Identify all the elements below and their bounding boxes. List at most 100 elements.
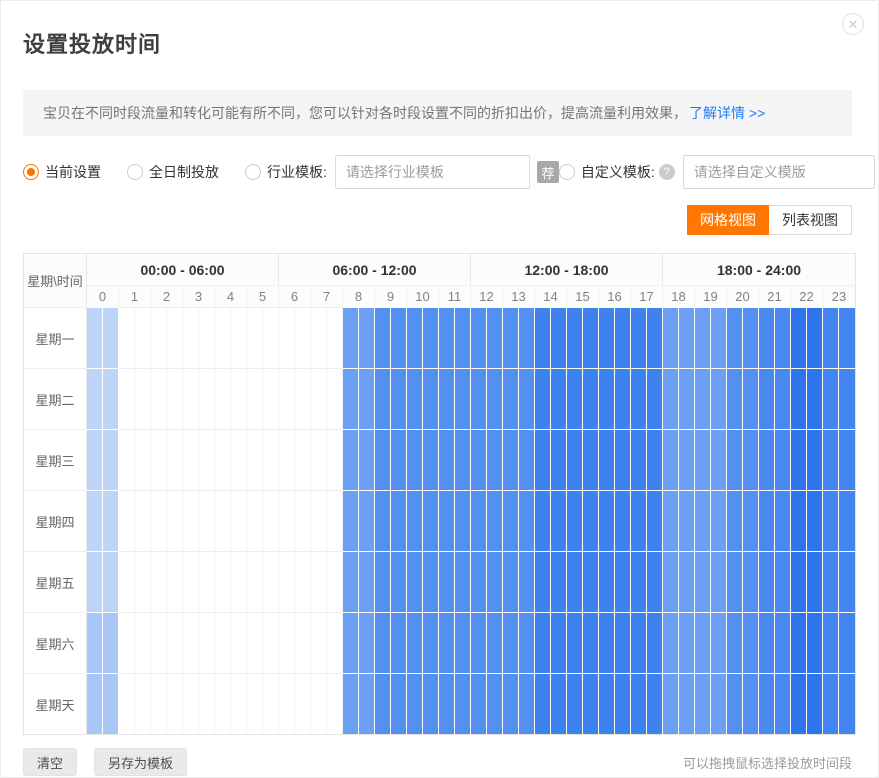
schedule-cell[interactable] [455, 612, 471, 673]
schedule-cell[interactable] [839, 490, 855, 551]
schedule-cell[interactable] [631, 673, 647, 734]
schedule-cell[interactable] [103, 673, 119, 734]
schedule-cell[interactable] [791, 490, 807, 551]
schedule-cell[interactable] [823, 612, 839, 673]
save-as-template-button[interactable]: 另存为模板 [94, 748, 187, 776]
schedule-cell[interactable] [167, 429, 183, 490]
schedule-cell[interactable] [279, 490, 295, 551]
schedule-cell[interactable] [759, 307, 775, 368]
schedule-cell[interactable] [183, 307, 199, 368]
learn-more-link[interactable]: 了解详情 >> [689, 103, 765, 123]
schedule-cell[interactable] [151, 307, 167, 368]
schedule-cell[interactable] [247, 551, 263, 612]
schedule-cell[interactable] [199, 368, 215, 429]
schedule-cell[interactable] [263, 307, 279, 368]
schedule-cell[interactable] [487, 490, 503, 551]
schedule-cell[interactable] [551, 673, 567, 734]
schedule-cell[interactable] [679, 673, 695, 734]
schedule-cell[interactable] [327, 307, 343, 368]
schedule-cell[interactable] [823, 307, 839, 368]
schedule-cell[interactable] [727, 551, 743, 612]
schedule-cell[interactable] [519, 429, 535, 490]
schedule-cell[interactable] [103, 612, 119, 673]
schedule-cell[interactable] [151, 368, 167, 429]
schedule-cell[interactable] [87, 673, 103, 734]
schedule-cell[interactable] [295, 612, 311, 673]
schedule-cell[interactable] [551, 612, 567, 673]
schedule-cell[interactable] [679, 429, 695, 490]
close-icon[interactable]: ✕ [842, 13, 864, 35]
schedule-cell[interactable] [647, 673, 663, 734]
schedule-cell[interactable] [231, 490, 247, 551]
schedule-cell[interactable] [503, 368, 519, 429]
schedule-cell[interactable] [551, 490, 567, 551]
schedule-cell[interactable] [215, 368, 231, 429]
schedule-cell[interactable] [535, 551, 551, 612]
schedule-cell[interactable] [311, 551, 327, 612]
schedule-cell[interactable] [839, 612, 855, 673]
schedule-cell[interactable] [407, 490, 423, 551]
schedule-cell[interactable] [359, 307, 375, 368]
schedule-cell[interactable] [727, 429, 743, 490]
schedule-cell[interactable] [727, 368, 743, 429]
schedule-cell[interactable] [231, 429, 247, 490]
schedule-cell[interactable] [583, 490, 599, 551]
schedule-cell[interactable] [215, 551, 231, 612]
schedule-cell[interactable] [295, 673, 311, 734]
schedule-cell[interactable] [391, 307, 407, 368]
schedule-cell[interactable] [663, 551, 679, 612]
schedule-cell[interactable] [695, 612, 711, 673]
schedule-cell[interactable] [119, 368, 135, 429]
schedule-cell[interactable] [663, 307, 679, 368]
schedule-cell[interactable] [727, 307, 743, 368]
schedule-cell[interactable] [551, 429, 567, 490]
schedule-cell[interactable] [231, 673, 247, 734]
schedule-cell[interactable] [183, 490, 199, 551]
schedule-cell[interactable] [119, 551, 135, 612]
schedule-cell[interactable] [599, 673, 615, 734]
schedule-cell[interactable] [551, 307, 567, 368]
schedule-cell[interactable] [247, 307, 263, 368]
schedule-cell[interactable] [679, 368, 695, 429]
schedule-cell[interactable] [503, 490, 519, 551]
schedule-cell[interactable] [535, 307, 551, 368]
schedule-cell[interactable] [263, 490, 279, 551]
schedule-cell[interactable] [791, 429, 807, 490]
schedule-cell[interactable] [375, 368, 391, 429]
schedule-cell[interactable] [775, 429, 791, 490]
schedule-cell[interactable] [103, 429, 119, 490]
schedule-cell[interactable] [311, 673, 327, 734]
schedule-cell[interactable] [311, 490, 327, 551]
schedule-cell[interactable] [167, 490, 183, 551]
schedule-cell[interactable] [567, 368, 583, 429]
schedule-cell[interactable] [455, 673, 471, 734]
schedule-cell[interactable] [471, 673, 487, 734]
schedule-cell[interactable] [503, 551, 519, 612]
schedule-cell[interactable] [295, 307, 311, 368]
schedule-cell[interactable] [455, 368, 471, 429]
schedule-cell[interactable] [535, 612, 551, 673]
schedule-cell[interactable] [807, 307, 823, 368]
schedule-cell[interactable] [695, 673, 711, 734]
schedule-cell[interactable] [743, 429, 759, 490]
schedule-cell[interactable] [503, 673, 519, 734]
schedule-cell[interactable] [647, 551, 663, 612]
schedule-cell[interactable] [663, 429, 679, 490]
schedule-cell[interactable] [663, 673, 679, 734]
schedule-cell[interactable] [87, 551, 103, 612]
schedule-cell[interactable] [535, 429, 551, 490]
schedule-cell[interactable] [151, 612, 167, 673]
schedule-cell[interactable] [583, 551, 599, 612]
schedule-cell[interactable] [375, 551, 391, 612]
schedule-cell[interactable] [711, 368, 727, 429]
schedule-cell[interactable] [695, 429, 711, 490]
schedule-cell[interactable] [87, 429, 103, 490]
schedule-cell[interactable] [87, 490, 103, 551]
schedule-cell[interactable] [247, 612, 263, 673]
schedule-cell[interactable] [343, 307, 359, 368]
schedule-cell[interactable] [695, 307, 711, 368]
radio-current-setting[interactable]: 当前设置 [23, 162, 101, 182]
schedule-cell[interactable] [327, 551, 343, 612]
schedule-cell[interactable] [359, 673, 375, 734]
schedule-cell[interactable] [519, 307, 535, 368]
